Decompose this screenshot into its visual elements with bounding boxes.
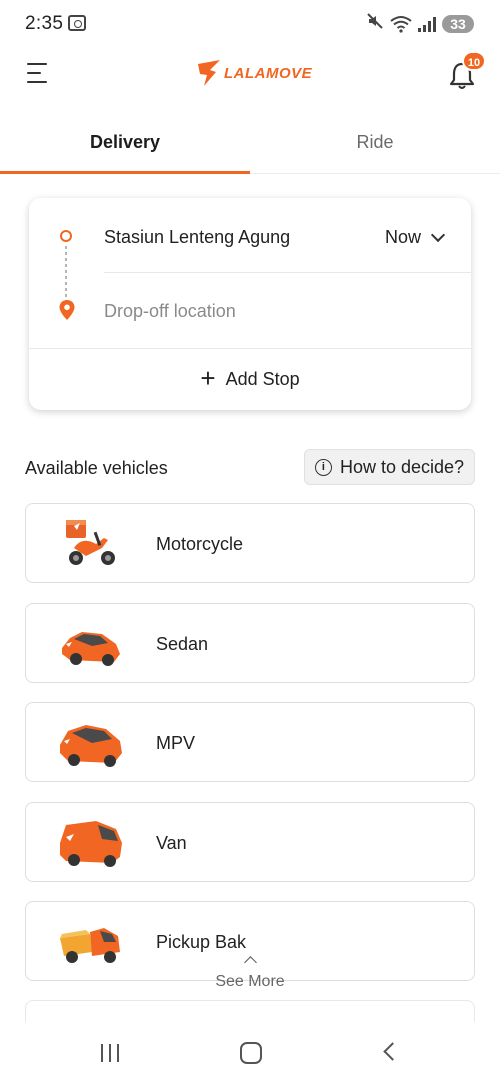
sedan-icon — [62, 632, 120, 666]
vehicle-card-motorcycle[interactable]: Motorcycle — [25, 503, 475, 583]
mute-icon — [366, 12, 384, 35]
route-line — [65, 246, 67, 298]
route-card: Stasiun Lenteng Agung Now Drop-off locat… — [29, 198, 471, 410]
vehicle-name: Motorcycle — [156, 534, 244, 554]
how-to-decide-button[interactable]: i How to decide? — [304, 449, 475, 485]
status-bar: 2:35 33 — [0, 0, 500, 46]
chevron-up-icon — [243, 956, 257, 969]
chevron-down-icon — [430, 227, 446, 243]
time-option-label: Now — [384, 227, 421, 247]
vehicle-card-mpv[interactable]: MPV — [25, 702, 475, 782]
system-nav-bar — [0, 1022, 500, 1084]
vehicle-name: Sedan — [156, 634, 209, 654]
screenshot-icon — [68, 15, 86, 31]
lalamove-logo: LALAMOVE — [196, 58, 312, 88]
wifi-icon — [390, 15, 412, 33]
tab-delivery[interactable]: Delivery — [0, 118, 250, 174]
info-icon: i — [314, 458, 332, 476]
status-time: 2:35 — [25, 13, 64, 34]
divider — [104, 272, 471, 273]
section-title: Available vehicles — [25, 458, 168, 478]
signal-icon — [418, 16, 436, 32]
battery-indicator: 33 — [442, 14, 474, 33]
how-to-decide-label: How to decide? — [339, 456, 465, 477]
location-pin-icon — [59, 300, 75, 320]
status-icons: 33 — [366, 12, 474, 35]
notification-badge: 10 — [462, 51, 486, 71]
van-icon — [60, 821, 122, 867]
time-select[interactable]: Now — [384, 227, 446, 248]
tab-ride[interactable]: Ride — [250, 118, 500, 173]
dropoff-input[interactable]: Drop-off location — [104, 301, 236, 322]
logo-mark-icon — [198, 60, 220, 86]
vehicle-card-van[interactable]: Van — [25, 802, 475, 882]
motorcycle-icon — [66, 520, 115, 565]
vehicle-name: MPV — [156, 733, 196, 753]
back-icon[interactable] — [383, 1042, 402, 1061]
mpv-icon — [60, 725, 122, 767]
add-stop-label: Add Stop — [225, 368, 300, 389]
add-stop-button[interactable]: + Add Stop — [29, 348, 471, 410]
vehicle-name: Van — [156, 833, 187, 853]
logo-text: LALAMOVE — [224, 64, 313, 82]
vehicle-card-sedan[interactable]: Sedan — [25, 603, 475, 683]
pickup-dot-icon — [60, 230, 72, 242]
see-more-button[interactable]: See More — [0, 950, 500, 991]
plus-icon: + — [200, 362, 216, 393]
recent-apps-icon[interactable] — [101, 1044, 119, 1062]
see-more-label: See More — [215, 973, 285, 990]
pickup-location[interactable]: Stasiun Lenteng Agung — [104, 227, 290, 248]
service-tabs: Delivery Ride — [0, 118, 500, 174]
home-icon[interactable] — [240, 1042, 262, 1064]
app-header: LALAMOVE 10 — [0, 46, 500, 106]
menu-icon[interactable] — [27, 63, 47, 83]
